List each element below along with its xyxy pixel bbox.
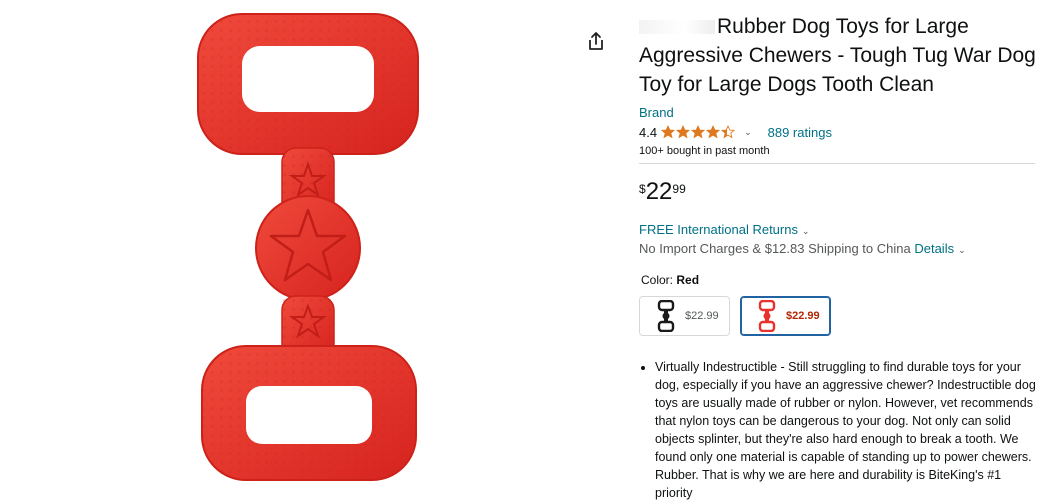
shipping-info: No Import Charges & $12.83 Shipping to C…	[639, 241, 1039, 256]
color-label: Color: Red	[641, 273, 1039, 287]
rating-value: 4.4	[639, 124, 658, 140]
shipping-text: No Import Charges & $12.83 Shipping to C…	[639, 241, 911, 256]
star-icon	[676, 125, 691, 139]
swatch-price: $22.99	[786, 310, 820, 322]
red-toy-thumbnail-icon	[758, 300, 776, 332]
rating-row: 4.4 ⌄ 889 ratings	[639, 123, 1039, 141]
swatch-red[interactable]: $22.99	[740, 296, 831, 336]
price-symbol: $	[639, 182, 646, 196]
ratings-count-link[interactable]: 889 ratings	[768, 125, 832, 140]
chevron-down-icon[interactable]: ⌄	[744, 127, 752, 138]
black-toy-thumbnail-icon	[657, 300, 675, 332]
divider	[639, 163, 1035, 164]
product-image[interactable]	[190, 8, 426, 484]
color-label-prefix: Color:	[641, 273, 674, 287]
color-swatches: $22.99 $22.99	[639, 296, 1039, 336]
star-icon	[721, 125, 736, 139]
swatch-black[interactable]: $22.99	[639, 296, 730, 336]
product-title: Rubber Dog Toys for Large Aggressive Che…	[639, 12, 1039, 100]
returns-link[interactable]: FREE International Returns	[639, 222, 798, 237]
share-icon[interactable]	[585, 30, 607, 52]
details-link[interactable]: Details	[914, 241, 954, 256]
star-icon	[661, 125, 676, 139]
bought-in-past-month: 100+ bought in past month	[639, 145, 770, 157]
returns-info[interactable]: FREE International Returns ⌄	[639, 222, 1039, 237]
price-whole: 22	[645, 178, 673, 205]
price: $ 22 99	[639, 180, 1039, 208]
star-rating[interactable]	[661, 125, 736, 139]
chevron-down-icon[interactable]: ⌄	[958, 245, 966, 255]
selected-color: Red	[676, 273, 700, 287]
feature-bullets: Virtually Indestructible - Still struggl…	[639, 358, 1039, 502]
brand-link[interactable]: Brand	[639, 105, 1039, 120]
star-icon	[706, 125, 721, 139]
feature-bullet: Virtually Indestructible - Still struggl…	[655, 358, 1039, 502]
product-details: Rubber Dog Toys for Large Aggressive Che…	[639, 12, 1039, 502]
swatch-price: $22.99	[685, 310, 719, 322]
chevron-down-icon[interactable]: ⌄	[802, 226, 810, 236]
price-fraction: 99	[672, 182, 686, 196]
star-icon	[691, 125, 706, 139]
title-blurred-prefix	[639, 20, 715, 35]
